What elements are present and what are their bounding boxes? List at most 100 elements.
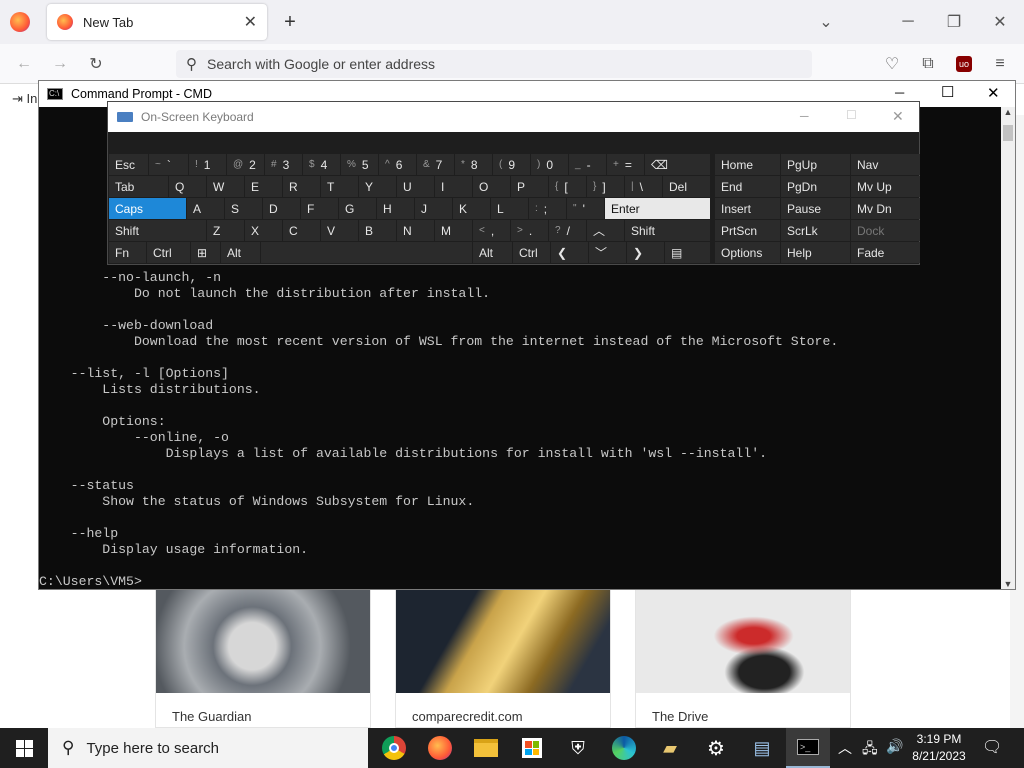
osk-key[interactable]: Q [169, 176, 206, 197]
osk-key[interactable]: #3 [265, 154, 302, 175]
osk-key[interactable]: " ' [567, 198, 604, 219]
store-icon[interactable] [510, 728, 554, 768]
osk-key[interactable]: ❯ [627, 242, 664, 263]
osk-key[interactable]: Insert [715, 198, 780, 219]
volume-icon[interactable]: 🔊 [886, 738, 903, 755]
osk-key[interactable]: ! 1 [189, 154, 226, 175]
reload-icon[interactable]: ↻ [84, 52, 108, 76]
url-bar[interactable]: ⚲ Search with Google or enter address [176, 50, 812, 78]
osk-key[interactable]: {[ [549, 176, 586, 197]
restore-window-icon[interactable]: ❐ [942, 10, 966, 34]
osk-key[interactable]: End [715, 176, 780, 197]
osk-key[interactable]: ︿ [587, 220, 624, 241]
osk-key[interactable]: L [491, 198, 528, 219]
osk-key[interactable]: W [207, 176, 244, 197]
osk-key[interactable]: F [301, 198, 338, 219]
osk-key[interactable]: Caps [109, 198, 186, 219]
cmd-minimize-icon[interactable]: ─ [895, 85, 904, 100]
extensions-icon[interactable]: ⧉ [916, 52, 940, 76]
pocket-icon[interactable]: ♡ [880, 52, 904, 76]
settings-icon[interactable]: ⚙ [694, 728, 738, 768]
osk-minimize-icon[interactable]: ─ [800, 109, 809, 123]
osk-key[interactable]: H [377, 198, 414, 219]
osk-key[interactable]: D [263, 198, 300, 219]
new-tab-button[interactable]: + [278, 10, 302, 34]
osk-key[interactable]: U [397, 176, 434, 197]
osk-key[interactable]: >. [511, 220, 548, 241]
menu-icon[interactable]: ≡ [988, 52, 1012, 76]
osk-key[interactable]: | \ [625, 176, 662, 197]
forward-icon[interactable]: → [48, 52, 72, 76]
clock[interactable]: 3:19 PM 8/21/2023 [906, 731, 972, 765]
osk-key[interactable]: ScrLk [781, 220, 850, 241]
osk-key[interactable]: Alt [473, 242, 512, 263]
osk-key[interactable]: Del [663, 176, 710, 197]
control-panel-icon[interactable]: ▤ [740, 728, 784, 768]
osk-key[interactable]: <, [473, 220, 510, 241]
osk-key[interactable]: ﹀ [589, 242, 626, 263]
osk-key[interactable]: $4 [303, 154, 340, 175]
app-icon[interactable]: ▰ [648, 728, 692, 768]
edge-icon[interactable] [602, 728, 646, 768]
osk-key[interactable]: T [321, 176, 358, 197]
security-icon[interactable]: ⛨ [556, 728, 600, 768]
osk-key[interactable]: _ - [569, 154, 606, 175]
osk-key[interactable]: Dock [851, 220, 920, 241]
osk-key[interactable]: Shift [109, 220, 206, 241]
firefox-icon[interactable] [418, 728, 462, 768]
osk-key[interactable]: PgDn [781, 176, 850, 197]
osk-key[interactable]: C [283, 220, 320, 241]
start-button[interactable] [0, 728, 48, 768]
on-screen-keyboard[interactable]: On-Screen Keyboard ─ ☐ ✕ Esc ~ `! 1 @2 #3 $4% 5… [107, 101, 920, 265]
osk-key[interactable]: ⌫ [645, 154, 710, 175]
osk-key[interactable]: PrtScn [715, 220, 780, 241]
osk-key[interactable]: O [473, 176, 510, 197]
osk-key[interactable]: N [397, 220, 434, 241]
import-icon[interactable]: ⇥ In [12, 91, 37, 107]
url-input[interactable]: Search with Google or enter address [207, 56, 435, 72]
osk-key[interactable]: Mv Dn [851, 198, 920, 219]
osk-key[interactable]: Fade [851, 242, 920, 263]
scroll-thumb[interactable] [1003, 125, 1013, 141]
osk-key[interactable]: Tab [109, 176, 168, 197]
osk-key[interactable]: & 7 [417, 154, 454, 175]
osk-key[interactable]: Mv Up [851, 176, 920, 197]
osk-key[interactable]: Enter [605, 198, 710, 219]
osk-key[interactable]: A [187, 198, 224, 219]
osk-key[interactable]: B [359, 220, 396, 241]
osk-key[interactable]: V [321, 220, 358, 241]
list-tabs-icon[interactable]: ⌄ [814, 10, 838, 34]
close-tab-icon[interactable]: ✕ [244, 12, 257, 32]
osk-key[interactable]: Home [715, 154, 780, 175]
osk-key[interactable]: Nav [851, 154, 920, 175]
osk-key[interactable]: Alt [221, 242, 260, 263]
tab-new-tab[interactable]: New Tab ✕ [47, 4, 267, 40]
file-explorer-icon[interactable] [464, 728, 508, 768]
osk-key[interactable]: K [453, 198, 490, 219]
osk-maximize-icon[interactable]: ☐ [846, 108, 857, 122]
osk-key[interactable]: I [435, 176, 472, 197]
top-site-card[interactable]: The Drive [635, 588, 851, 728]
osk-key[interactable]: ) 0 [531, 154, 568, 175]
osk-key[interactable]: Help [781, 242, 850, 263]
osk-key[interactable]: + = [607, 154, 644, 175]
network-icon[interactable]: 🖧 [862, 738, 878, 762]
osk-key[interactable]: Esc [109, 154, 148, 175]
osk-key[interactable]: ^ 6 [379, 154, 416, 175]
cmd-scrollbar[interactable]: ▲ ▼ [1001, 107, 1015, 589]
osk-key[interactable]: ⊞ [191, 242, 220, 263]
osk-key[interactable]: % 5 [341, 154, 378, 175]
osk-key[interactable]: (9 [493, 154, 530, 175]
osk-key[interactable]: R [283, 176, 320, 197]
osk-key[interactable]: P [511, 176, 548, 197]
osk-title-bar[interactable]: On-Screen Keyboard ─ ☐ ✕ [108, 102, 919, 132]
cmd-maximize-icon[interactable]: ☐ [941, 83, 954, 101]
osk-key[interactable] [261, 242, 472, 263]
notifications-icon[interactable]: 🗨 [982, 737, 1002, 757]
osk-key[interactable]: Shift [625, 220, 710, 241]
osk-key[interactable]: ? / [549, 220, 586, 241]
osk-key[interactable]: X [245, 220, 282, 241]
osk-key[interactable]: ▤ [665, 242, 710, 263]
osk-key[interactable]: G [339, 198, 376, 219]
taskbar-search-input[interactable]: Type here to search [86, 740, 219, 757]
